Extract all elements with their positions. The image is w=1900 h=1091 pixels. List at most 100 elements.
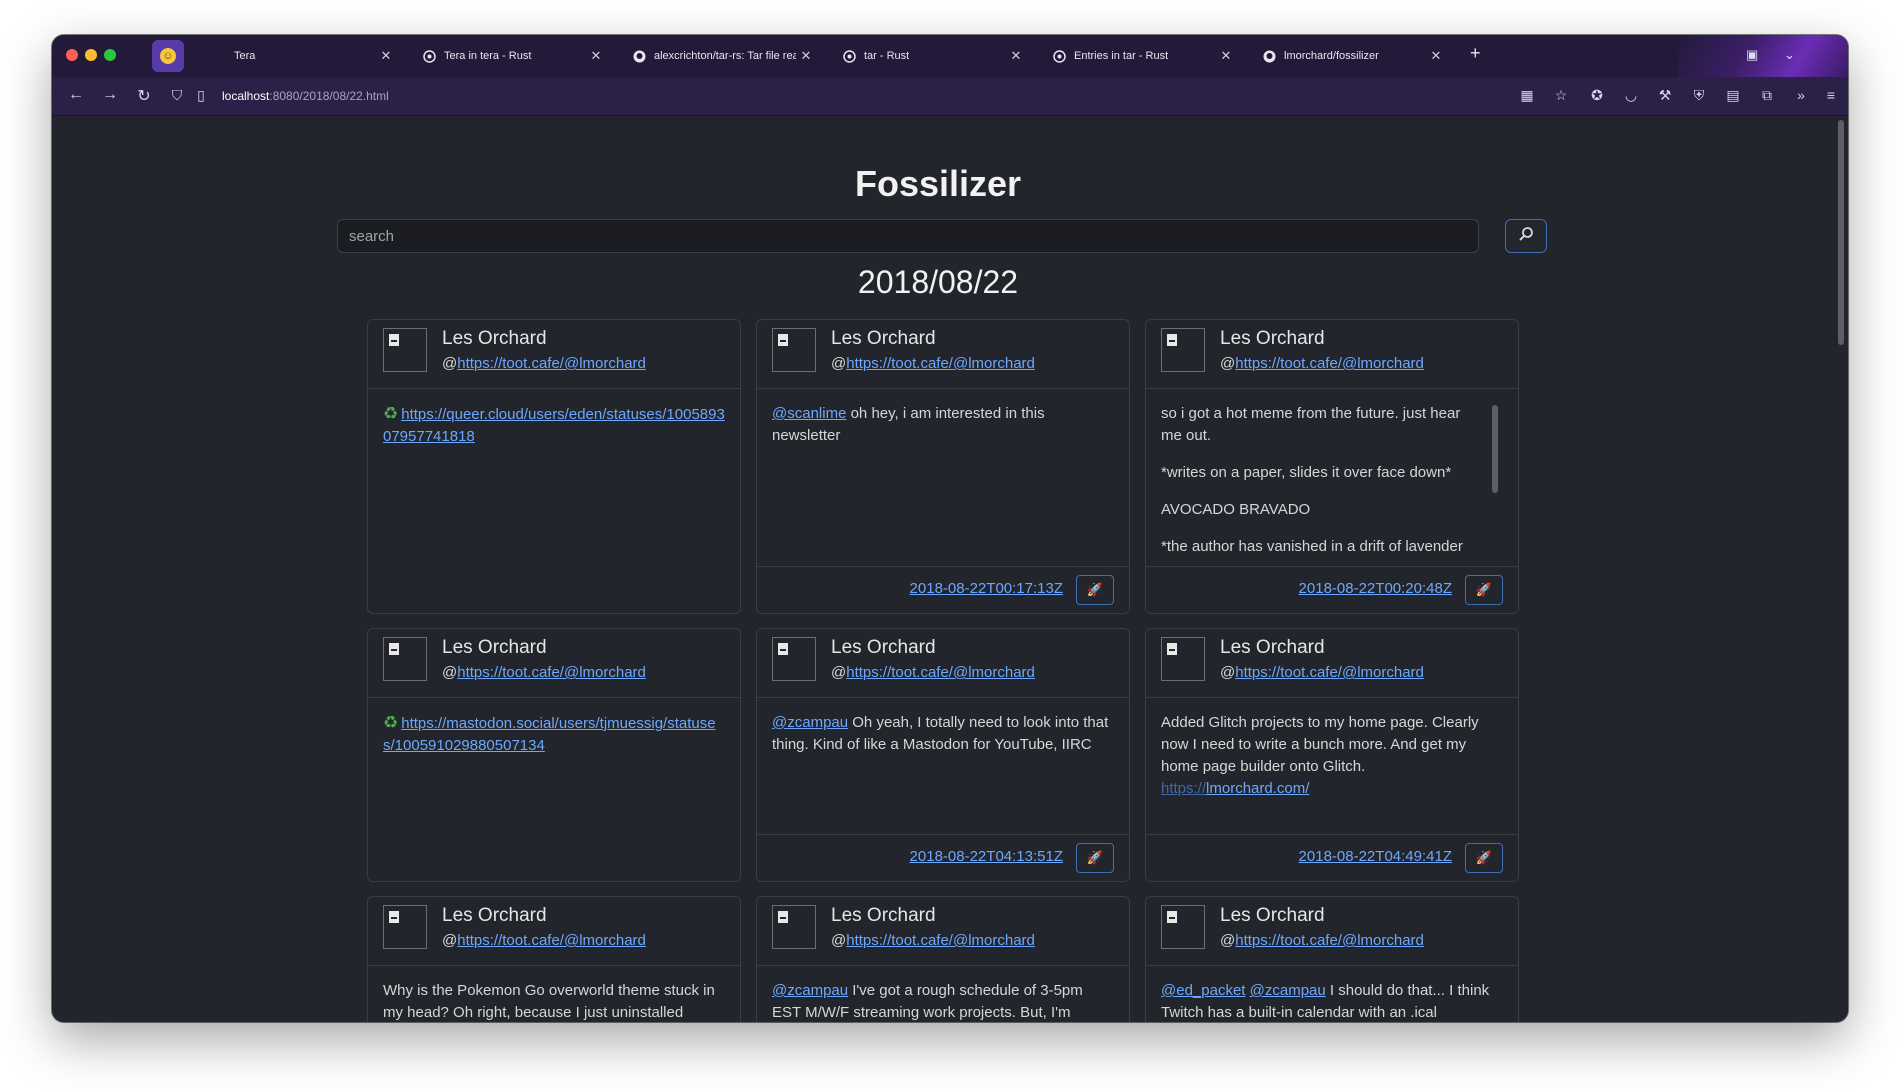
- bitwarden-icon[interactable]: ⛨: [1690, 87, 1708, 104]
- tab-close-icon[interactable]: ✕: [1006, 48, 1026, 64]
- mention-link[interactable]: @ed_packet: [1161, 982, 1245, 999]
- pocket-icon[interactable]: ◡: [1622, 87, 1640, 104]
- tab-entries-in-tar[interactable]: Entries in tar - Rust ✕: [1042, 40, 1242, 72]
- author-handle: @https://toot.cafe/@lmorchard: [1220, 355, 1424, 372]
- post-content: @zcampau Oh yeah, I totally need to look…: [757, 698, 1129, 785]
- post-card: Les Orchard @https://toot.cafe/@lmorchar…: [1145, 319, 1519, 614]
- author-profile-link[interactable]: https://toot.cafe/@lmorchard: [457, 664, 646, 681]
- extension-icon[interactable]: ✪: [1588, 87, 1606, 104]
- avatar[interactable]: [772, 905, 816, 949]
- open-original-button[interactable]: 🚀: [1076, 575, 1114, 605]
- post-content: @ed_packet @zcampau I should do that... …: [1146, 966, 1518, 1022]
- overflow-icon[interactable]: »: [1792, 87, 1810, 103]
- rocket-icon: 🚀: [1475, 850, 1493, 865]
- author-handle: @https://toot.cafe/@lmorchard: [831, 664, 1035, 681]
- timestamp-link[interactable]: 2018-08-22T00:20:48Z: [1299, 580, 1452, 597]
- avatar[interactable]: [1161, 637, 1205, 681]
- wrench-icon[interactable]: ⚒: [1656, 87, 1674, 104]
- timestamp-link[interactable]: 2018-08-22T00:17:13Z: [910, 580, 1063, 597]
- boosted-status-link[interactable]: https://queer.cloud/users/eden/statuses/…: [383, 406, 725, 445]
- rocket-icon: 🚀: [1086, 850, 1104, 865]
- post-text: *writes on a paper, slides it over face …: [1161, 464, 1452, 481]
- recycle-icon: ♻: [383, 404, 399, 423]
- avatar[interactable]: [1161, 905, 1205, 949]
- new-tab-icon[interactable]: +: [1470, 43, 1481, 64]
- timestamp-link[interactable]: 2018-08-22T04:49:41Z: [1299, 848, 1452, 865]
- rust-icon: [842, 49, 856, 63]
- save-to-pocket-icon[interactable]: ▣: [1746, 47, 1758, 63]
- back-icon[interactable]: ←: [66, 86, 86, 104]
- post-header: Les Orchard @https://toot.cafe/@lmorchar…: [757, 897, 1129, 966]
- post-header: Les Orchard @https://toot.cafe/@lmorchar…: [1146, 897, 1518, 966]
- tab-tar-rs-github[interactable]: alexcrichton/tar-rs: Tar file read ✕: [622, 40, 822, 72]
- forward-icon[interactable]: →: [100, 86, 120, 104]
- tab-tar-rust[interactable]: tar - Rust ✕: [832, 40, 1032, 72]
- close-window-button[interactable]: [66, 49, 78, 61]
- author-name: Les Orchard: [1220, 328, 1325, 349]
- post-text: so i got a hot meme from the future. jus…: [1161, 405, 1461, 444]
- author-profile-link[interactable]: https://toot.cafe/@lmorchard: [846, 664, 1035, 681]
- author-profile-link[interactable]: https://toot.cafe/@lmorchard: [846, 932, 1035, 949]
- chevron-down-icon[interactable]: ⌄: [1784, 47, 1795, 63]
- tab-close-icon[interactable]: ✕: [586, 48, 606, 64]
- tab-close-icon[interactable]: ✕: [376, 48, 396, 64]
- github-icon: [1262, 49, 1276, 63]
- author-profile-link[interactable]: https://toot.cafe/@lmorchard: [457, 355, 646, 372]
- author-profile-link[interactable]: https://toot.cafe/@lmorchard: [846, 355, 1035, 372]
- avatar[interactable]: [772, 328, 816, 372]
- open-original-button[interactable]: 🚀: [1076, 843, 1114, 873]
- qr-code-icon[interactable]: ▦: [1518, 87, 1536, 104]
- url-bar[interactable]: localhost:8080/2018/08/22.html: [222, 84, 389, 108]
- tab-label: tar - Rust: [864, 50, 910, 62]
- post-card: Les Orchard @https://toot.cafe/@lmorchar…: [1145, 628, 1519, 882]
- shield-icon[interactable]: ⛉: [168, 87, 186, 104]
- mention-link[interactable]: @zcampau: [772, 982, 848, 999]
- tab-label: Tera: [234, 50, 256, 62]
- content-scrollbar[interactable]: [1492, 405, 1498, 493]
- puzzle-icon[interactable]: ⧉: [1758, 87, 1776, 104]
- author-name: Les Orchard: [1220, 637, 1325, 658]
- tab-tera[interactable]: Tera ✕: [202, 40, 402, 72]
- author-profile-link[interactable]: https://toot.cafe/@lmorchard: [1235, 932, 1424, 949]
- menu-icon[interactable]: ≡: [1822, 87, 1840, 103]
- tab-tera-in-tera[interactable]: Tera in tera - Rust ✕: [412, 40, 612, 72]
- external-link[interactable]: https://lmorchard.com/: [1161, 780, 1309, 797]
- mention-link[interactable]: @zcampau: [772, 714, 848, 731]
- boosted-status-link[interactable]: https://mastodon.social/users/tjmuessig/…: [383, 715, 716, 754]
- search-input[interactable]: [337, 219, 1479, 253]
- author-name: Les Orchard: [831, 328, 936, 349]
- author-profile-link[interactable]: https://toot.cafe/@lmorchard: [1235, 355, 1424, 372]
- pinned-tab[interactable]: ☺: [152, 40, 184, 72]
- avatar[interactable]: [1161, 328, 1205, 372]
- tab-label: alexcrichton/tar-rs: Tar file read: [654, 50, 796, 62]
- bookmark-star-icon[interactable]: ☆: [1552, 87, 1570, 104]
- avatar[interactable]: [772, 637, 816, 681]
- tab-close-icon[interactable]: ✕: [1216, 48, 1236, 64]
- post-header: Les Orchard @https://toot.cafe/@lmorchar…: [1146, 320, 1518, 389]
- mention-link[interactable]: @scanlime: [772, 405, 846, 422]
- search-button[interactable]: [1505, 219, 1547, 253]
- avatar[interactable]: [383, 905, 427, 949]
- minimize-window-button[interactable]: [85, 49, 97, 61]
- author-profile-link[interactable]: https://toot.cafe/@lmorchard: [457, 932, 646, 949]
- reload-icon[interactable]: ↻: [134, 86, 154, 106]
- grid-icon[interactable]: ▤: [1724, 87, 1742, 104]
- open-original-button[interactable]: 🚀: [1465, 575, 1503, 605]
- author-name: Les Orchard: [442, 328, 547, 349]
- author-profile-link[interactable]: https://toot.cafe/@lmorchard: [1235, 664, 1424, 681]
- post-footer: 2018-08-22T04:13:51Z 🚀: [757, 834, 1129, 881]
- open-original-button[interactable]: 🚀: [1465, 843, 1503, 873]
- post-content: Why is the Pokemon Go overworld theme st…: [368, 966, 740, 1022]
- mention-link[interactable]: @zcampau: [1250, 982, 1326, 999]
- timestamp-link[interactable]: 2018-08-22T04:13:51Z: [910, 848, 1063, 865]
- zoom-window-button[interactable]: [104, 49, 116, 61]
- page-scrollbar[interactable]: [1838, 120, 1844, 345]
- avatar[interactable]: [383, 328, 427, 372]
- tab-label: lmorchard/fossilizer: [1284, 50, 1379, 62]
- post-content: ♻ https://mastodon.social/users/tjmuessig…: [368, 698, 740, 786]
- tab-close-icon[interactable]: ✕: [796, 48, 816, 64]
- tab-bar: ☺ Tera ✕ Tera in tera - Rust ✕ alexcrich…: [52, 35, 1848, 77]
- tab-fossilizer-github[interactable]: lmorchard/fossilizer ✕: [1252, 40, 1452, 72]
- tab-close-icon[interactable]: ✕: [1426, 48, 1446, 64]
- avatar[interactable]: [383, 637, 427, 681]
